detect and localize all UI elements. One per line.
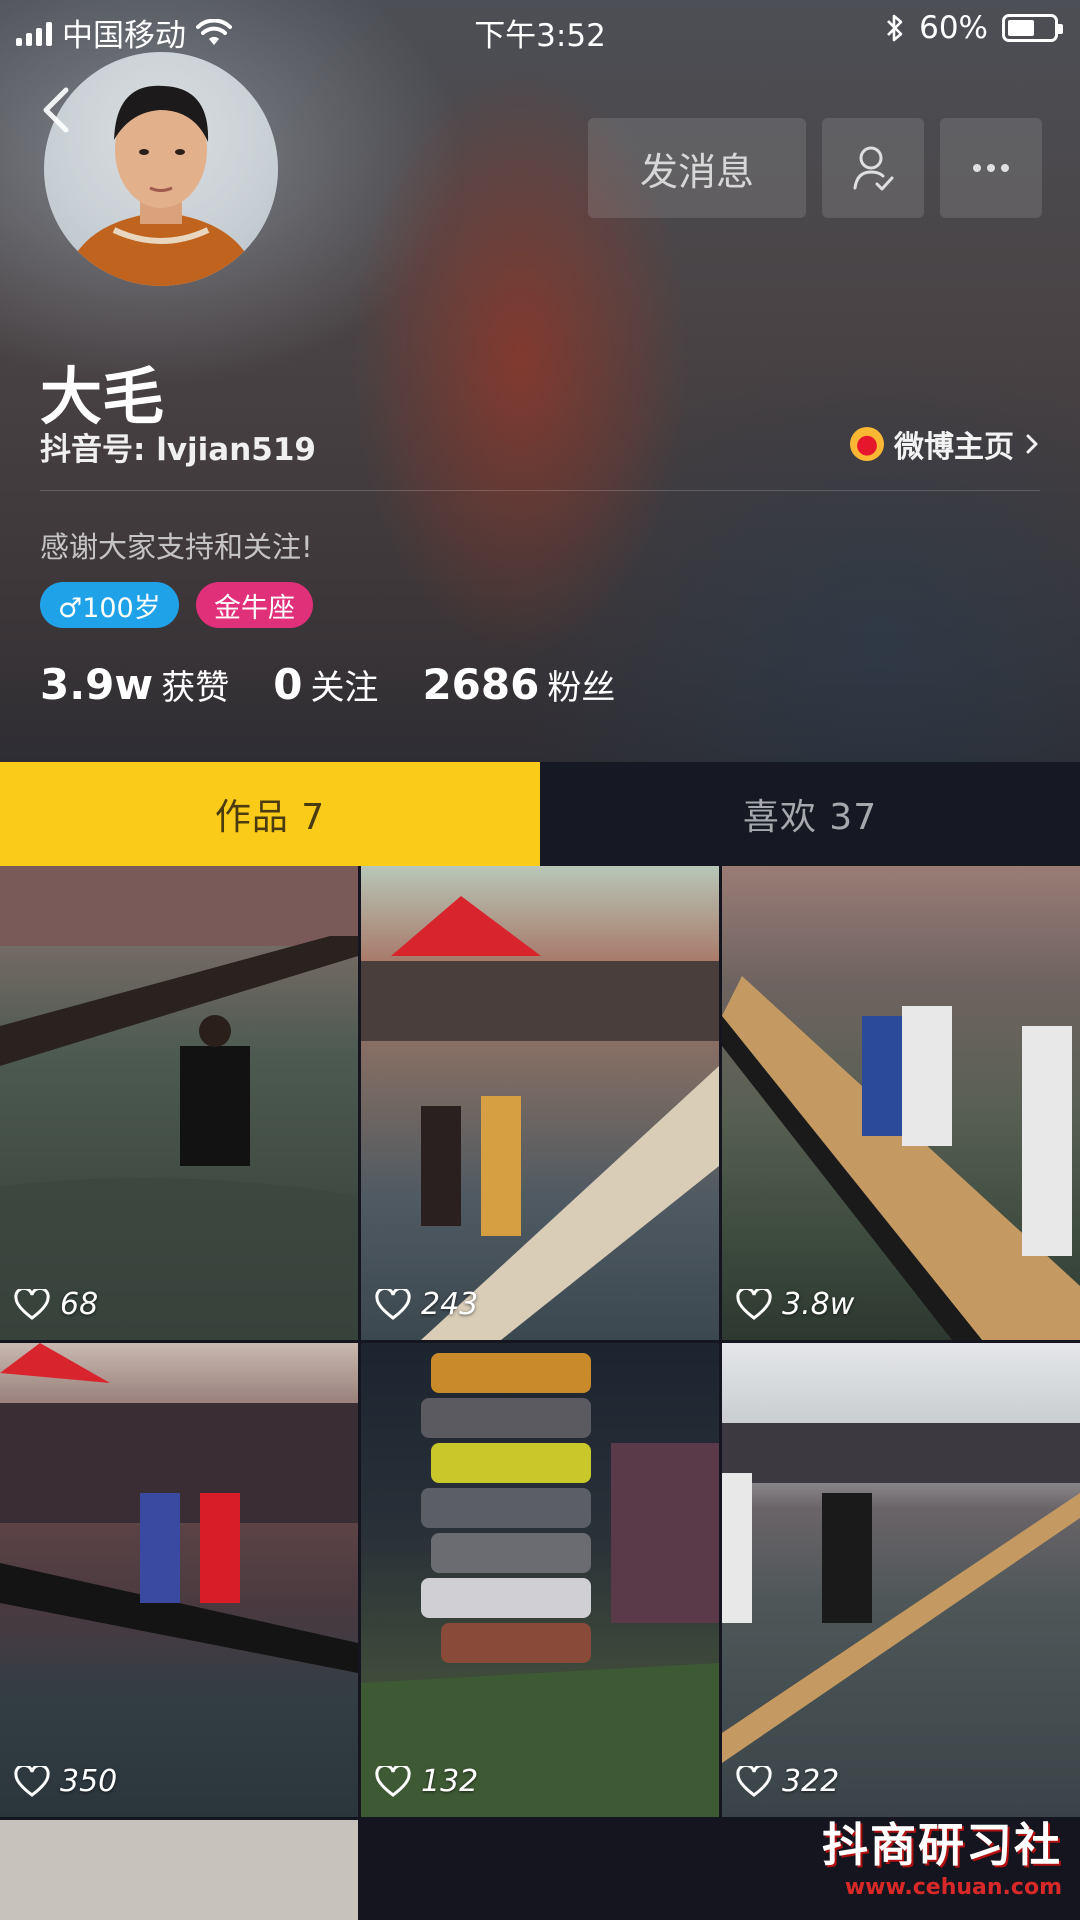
send-message-button[interactable]: 发消息 — [588, 118, 806, 218]
nickname: 大毛 — [40, 360, 165, 433]
status-bar: 中国移动 下午3:52 60% — [0, 0, 1080, 56]
douyin-id: 抖音号: lvjian519 — [40, 432, 316, 468]
follow-status-button[interactable] — [822, 118, 924, 218]
profile-header: 中国移动 下午3:52 60% 发消息 大毛 抖音号: lvjian519 微博… — [0, 0, 1080, 762]
stat-likes[interactable]: 3.9w 获赞 — [40, 660, 229, 709]
battery-icon — [1002, 14, 1063, 42]
signature: 感谢大家支持和关注! — [40, 530, 313, 564]
heart-icon — [375, 1765, 411, 1797]
like-count: 3.8w — [782, 1287, 855, 1322]
watermark: 抖商研习社 www.cehuan.com — [822, 1809, 1062, 1900]
like-count: 350 — [60, 1764, 118, 1799]
battery-percent: 60% — [919, 10, 988, 46]
gender-age-tag: ♂100岁 — [40, 582, 179, 628]
avatar[interactable] — [44, 52, 278, 286]
video-thumbnail[interactable]: 350 — [0, 1343, 358, 1817]
video-thumbnail[interactable]: 68 — [0, 866, 358, 1340]
more-options-button[interactable] — [940, 118, 1042, 218]
video-thumbnail-image — [0, 866, 358, 1340]
weibo-link-label: 微博主页 — [894, 430, 1014, 465]
heart-icon — [375, 1288, 411, 1320]
profile-stats: 3.9w 获赞 0 关注 2686 粉丝 — [40, 660, 615, 709]
tab-likes[interactable]: 喜欢 37 — [540, 762, 1080, 866]
stat-following-value: 0 — [273, 660, 303, 709]
watermark-title: 抖商研习社 — [822, 1818, 1062, 1872]
battery-level — [1008, 20, 1035, 36]
like-count: 68 — [60, 1287, 99, 1322]
weibo-homepage-link[interactable]: 微博主页 — [850, 422, 1040, 466]
heart-icon — [14, 1288, 50, 1320]
heart-icon — [14, 1765, 50, 1797]
bluetooth-icon — [887, 14, 903, 42]
zodiac-tag: 金牛座 — [196, 582, 313, 628]
avatar-photo — [64, 85, 258, 286]
stat-likes-value: 3.9w — [40, 660, 154, 709]
like-count: 322 — [782, 1764, 840, 1799]
chevron-right-icon — [1026, 434, 1038, 454]
video-like-count: 350 — [14, 1764, 117, 1799]
video-thumbnail-image — [722, 976, 1080, 1340]
like-count: 243 — [421, 1287, 479, 1322]
video-thumbnail[interactable] — [0, 1820, 358, 1920]
user-check-icon — [853, 146, 894, 191]
heart-icon — [736, 1288, 772, 1320]
video-like-count: 3.8w — [736, 1287, 854, 1322]
back-arrow-icon[interactable] — [36, 82, 76, 138]
tab-works[interactable]: 作品 7 — [0, 762, 540, 866]
stat-likes-label: 获赞 — [161, 668, 230, 708]
more-dots-icon — [973, 164, 1009, 172]
video-thumbnail-image — [0, 1343, 358, 1673]
video-thumbnail-image — [722, 1423, 1080, 1763]
video-thumbnail[interactable]: 322 — [722, 1343, 1080, 1817]
stat-followers-value: 2686 — [422, 660, 540, 709]
video-thumbnail-image — [361, 1353, 719, 1817]
like-count: 132 — [421, 1764, 479, 1799]
video-thumbnail[interactable]: 243 — [361, 866, 719, 1340]
stat-following[interactable]: 0 关注 — [273, 660, 378, 709]
stat-followers-label: 粉丝 — [547, 668, 616, 708]
divider — [40, 490, 1040, 491]
stat-following-label: 关注 — [310, 668, 379, 708]
video-like-count: 322 — [736, 1764, 839, 1799]
heart-icon — [736, 1765, 772, 1797]
stat-followers[interactable]: 2686 粉丝 — [422, 660, 615, 709]
video-like-count: 243 — [375, 1287, 478, 1322]
video-like-count: 68 — [14, 1287, 98, 1322]
video-thumbnail[interactable]: 132 — [361, 1343, 719, 1817]
watermark-url: www.cehuan.com — [844, 1875, 1062, 1900]
send-message-label: 发消息 — [639, 149, 754, 194]
video-thumbnail[interactable]: 3.8w — [722, 866, 1080, 1340]
weibo-icon — [850, 427, 884, 461]
profile-screen: 中国移动 下午3:52 60% 发消息 大毛 抖音号: lvjian519 微博… — [0, 0, 1080, 1920]
video-thumbnail-image — [361, 896, 719, 1340]
video-like-count: 132 — [375, 1764, 478, 1799]
